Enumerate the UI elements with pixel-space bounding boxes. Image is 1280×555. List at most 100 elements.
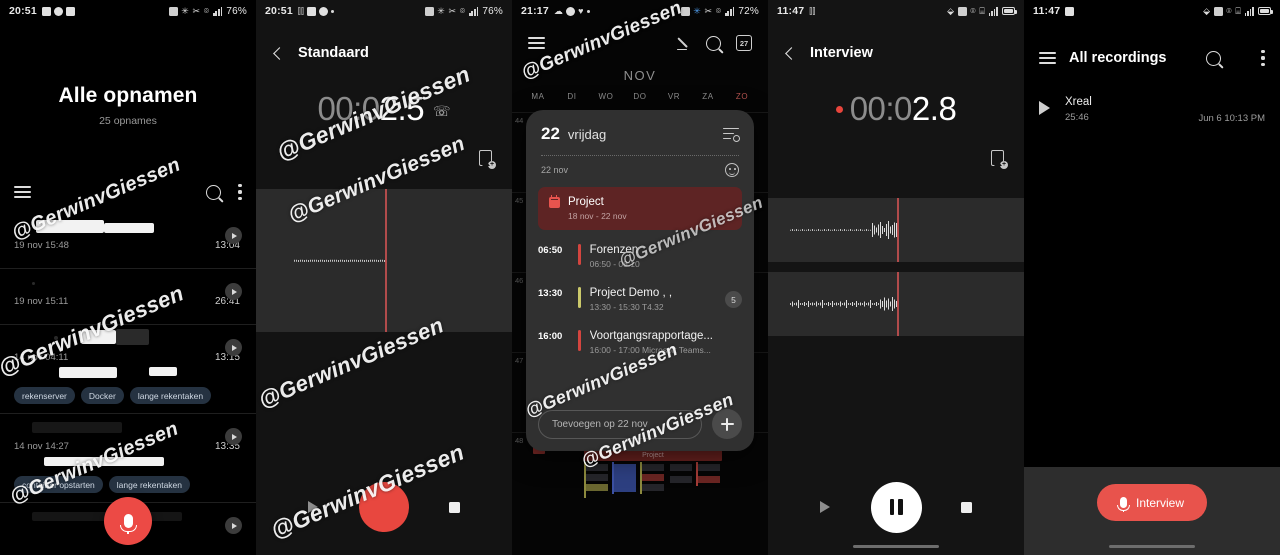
- event-row[interactable]: 13:30 Project Demo , , 13:30 - 15:30 T4.…: [526, 277, 754, 320]
- status-right-icons: ⬙ ⌾ ⌸: [947, 5, 1017, 16]
- status-bar: 11:47 ⬙ ⌾ ⌸: [1024, 0, 1280, 22]
- event-row[interactable]: 16:00 Voortgangsrapportage... 16:00 - 17…: [526, 320, 754, 363]
- tag-chip[interactable]: lange rekentaken: [108, 476, 190, 493]
- bottom-action-bar: Interview: [1024, 467, 1280, 555]
- play-button[interactable]: [225, 517, 242, 534]
- list-item-duration: 25:46: [1065, 112, 1089, 123]
- waveform-track[interactable]: [256, 189, 512, 332]
- page-header: Alle opnamen 25 opnames: [0, 22, 256, 127]
- calendar-event-chip: Project: [584, 450, 722, 461]
- list-item[interactable]: 14 nov 14:27 13:35 container opstarten l…: [0, 414, 256, 503]
- page-title: All recordings: [1069, 50, 1167, 66]
- list-item[interactable]: 19 nov 15:48 13:04: [0, 213, 256, 269]
- play-button[interactable]: [1039, 101, 1050, 115]
- waveform-track[interactable]: [768, 272, 1024, 336]
- search-icon[interactable]: [706, 35, 721, 51]
- week-number: 44: [515, 116, 524, 125]
- event-sub: 06:50 - 08:10: [589, 259, 640, 269]
- play-button[interactable]: [820, 501, 830, 513]
- nav-title: Interview: [810, 45, 873, 61]
- add-event-button[interactable]: [712, 409, 742, 439]
- waveform-track[interactable]: [768, 198, 1024, 262]
- all-day-range: 18 nov - 22 nov: [568, 211, 627, 221]
- tag-chip[interactable]: lange rekentaken: [129, 387, 212, 404]
- record-fab-button[interactable]: [104, 497, 152, 545]
- nav-bar: Standaard: [256, 22, 512, 68]
- hamburger-icon[interactable]: [14, 186, 31, 198]
- tag-chip[interactable]: Docker: [80, 387, 124, 404]
- sheet-subheader: 22 nov: [526, 156, 754, 177]
- back-arrow-icon[interactable]: [273, 46, 286, 60]
- equalizer-icon: ⫿⫿: [297, 5, 305, 16]
- status-right-icons: ✳ ✂ ⌾ 76%: [424, 5, 503, 17]
- redacted-title: [14, 422, 242, 434]
- pause-button[interactable]: [870, 481, 922, 533]
- hamburger-icon[interactable]: [1039, 52, 1056, 64]
- upload-icon: ⬙: [947, 5, 955, 16]
- pencil-icon[interactable]: [677, 36, 691, 50]
- event-list: 06:50 Forenzen 06:50 - 08:10 13:30 Proje…: [526, 230, 754, 400]
- battery-label: 76%: [482, 5, 503, 17]
- nav-title: Standaard: [298, 45, 369, 61]
- signal-icon: [988, 6, 999, 16]
- heart-icon: ♥: [578, 5, 584, 16]
- list-item[interactable]: 14 nov 04:11 13:15 rekenserver Docker la…: [0, 325, 256, 414]
- status-left-icons: [1065, 6, 1075, 16]
- play-button[interactable]: [225, 428, 242, 445]
- battery-label: 72%: [738, 5, 759, 17]
- event-name: Voortgangsrapportage...: [589, 330, 713, 342]
- stop-button[interactable]: [449, 501, 460, 513]
- alarm-icon: [680, 6, 690, 16]
- image-icon: [307, 6, 317, 16]
- list-item-meta: 14 nov 14:27 13:35: [14, 441, 242, 452]
- tag-chip[interactable]: rekenserver: [14, 387, 75, 404]
- stop-button[interactable]: [961, 501, 972, 513]
- hamburger-icon[interactable]: [528, 37, 545, 49]
- timer-value: 00:02.5: [317, 90, 424, 128]
- play-button[interactable]: [225, 227, 242, 244]
- kebab-menu-icon[interactable]: [1261, 50, 1265, 66]
- event-sub: 16:00 - 17:00 Microsoft Teams...: [589, 345, 711, 355]
- event-row[interactable]: 06:50 Forenzen 06:50 - 08:10: [526, 234, 754, 277]
- add-event-input[interactable]: Toevoegen op 22 nov: [538, 409, 702, 439]
- mood-smiley-icon[interactable]: [725, 163, 739, 177]
- list-item[interactable]: 19 nov 15:11 26:41: [0, 269, 256, 325]
- status-left-icons: ⫿⫿: [297, 5, 335, 16]
- play-button[interactable]: [225, 339, 242, 356]
- record-button[interactable]: [359, 482, 409, 532]
- wifi-icon: ⌾: [203, 5, 210, 16]
- tag-row: rekenserver Docker lange rekentaken: [14, 387, 242, 404]
- today-icon[interactable]: 27: [736, 35, 752, 51]
- back-arrow-icon[interactable]: [785, 46, 798, 60]
- search-icon[interactable]: [1206, 50, 1221, 66]
- list-item-meta: 19 nov 15:11 26:41: [14, 296, 242, 307]
- event-color-bar: [578, 287, 581, 308]
- event-text: Voortgangsrapportage... 16:00 - 17:00 Mi…: [590, 330, 742, 355]
- play-button[interactable]: [225, 283, 242, 300]
- playhead-needle: [897, 272, 899, 336]
- apps-icon: [65, 6, 75, 16]
- agenda-list-icon[interactable]: [723, 127, 740, 142]
- equalizer-icon: ⫿⫿: [809, 5, 816, 16]
- event-text: Project Demo , , 13:30 - 15:30 T4.32: [590, 287, 725, 312]
- add-bookmark-icon[interactable]: +: [991, 150, 1008, 169]
- home-indicator: [1109, 544, 1195, 548]
- wifi-icon: ⌾: [970, 5, 976, 16]
- weekday-label: DO: [633, 92, 647, 101]
- waveform-bars: [768, 286, 1024, 322]
- kebab-menu-icon[interactable]: [238, 184, 242, 200]
- all-day-event[interactable]: Project 18 nov - 22 nov: [538, 187, 742, 230]
- nav-bar: Interview: [768, 22, 1024, 68]
- search-icon[interactable]: [206, 184, 221, 200]
- start-interview-button[interactable]: Interview: [1096, 484, 1208, 521]
- list-item[interactable]: Xreal 25:46 Jun 6 10:13 PM: [1024, 88, 1280, 132]
- status-right-icons: ⬙ ⌾ ⌸: [1203, 6, 1273, 16]
- redacted-body: [14, 367, 242, 378]
- add-bookmark-icon[interactable]: +: [479, 150, 496, 169]
- status-left-icons: [41, 6, 75, 16]
- play-button[interactable]: [308, 501, 318, 513]
- tag-chip[interactable]: container opstarten: [14, 476, 103, 493]
- waveform-bars: [768, 212, 1024, 248]
- panel-all-recordings-nl: 20:51 ✳ ✂ ⌾ 76% Alle opnamen 25 opnames: [0, 0, 256, 555]
- timer-display: 00:02.5 ☏: [256, 90, 512, 128]
